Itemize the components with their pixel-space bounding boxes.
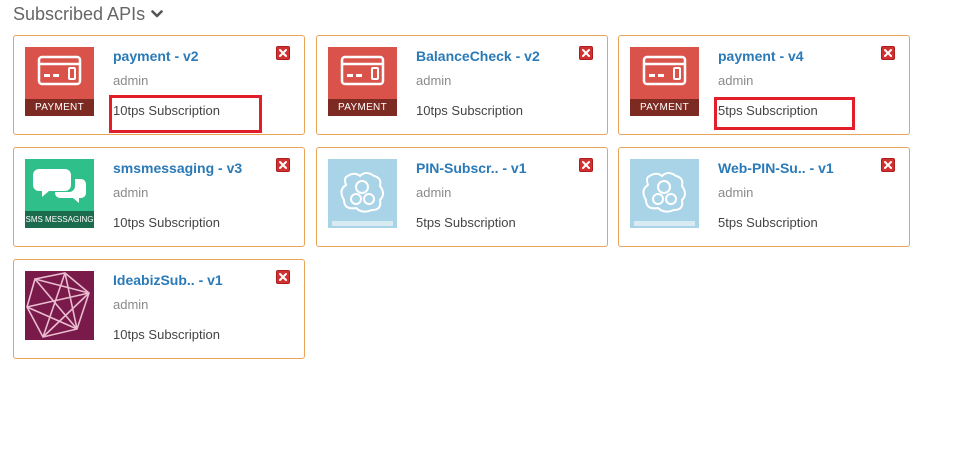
payment-thumbnail-label: PAYMENT	[25, 99, 94, 116]
api-owner: admin	[113, 297, 149, 312]
api-tier: 10tps Subscription	[113, 327, 220, 342]
payment-thumbnail-label: PAYMENT	[328, 99, 397, 116]
api-card: PAYMENT payment - v4 admin 5tps Subscrip…	[618, 35, 910, 135]
remove-subscription-button[interactable]	[881, 46, 895, 60]
chevron-down-icon[interactable]	[151, 8, 163, 20]
api-tier: 10tps Subscription	[416, 103, 523, 118]
api-owner: admin	[718, 73, 754, 88]
api-tier: 5tps Subscription	[718, 215, 818, 230]
api-card: PAYMENT BalanceCheck - v2 admin 10tps Su…	[316, 35, 608, 135]
api-name-link[interactable]: payment - v4	[718, 48, 804, 64]
api-card: IdeabizSub.. - v1 admin 10tps Subscripti…	[13, 259, 305, 359]
remove-subscription-button[interactable]	[579, 158, 593, 172]
api-name-link[interactable]: payment - v2	[113, 48, 199, 64]
remove-subscription-button[interactable]	[881, 158, 895, 172]
payment-thumbnail-icon[interactable]: PAYMENT	[630, 47, 699, 116]
api-owner: admin	[718, 185, 754, 200]
api-owner: admin	[113, 185, 149, 200]
api-tier: 10tps Subscription	[113, 103, 220, 118]
api-tier: 10tps Subscription	[113, 215, 220, 230]
payment-thumbnail-label: PAYMENT	[630, 99, 699, 116]
api-card: SMS MESSAGING smsmessaging - v3 admin 10…	[13, 147, 305, 247]
polygon-thumbnail-icon[interactable]	[25, 271, 94, 340]
payment-thumbnail-icon[interactable]: PAYMENT	[328, 47, 397, 116]
api-tier: 5tps Subscription	[416, 215, 516, 230]
payment-thumbnail-icon[interactable]: PAYMENT	[25, 47, 94, 116]
api-name-link[interactable]: Web-PIN-Su.. - v1	[718, 160, 834, 176]
api-name-link[interactable]: smsmessaging - v3	[113, 160, 242, 176]
api-card: PAYMENT payment - v2 admin 10tps Subscri…	[13, 35, 305, 135]
gears-thumbnail-icon[interactable]	[630, 159, 699, 228]
section-title-text: Subscribed APIs	[13, 3, 146, 24]
api-name-link[interactable]: BalanceCheck - v2	[416, 48, 540, 64]
api-owner: admin	[113, 73, 149, 88]
api-name-link[interactable]: IdeabizSub.. - v1	[113, 272, 223, 288]
remove-subscription-button[interactable]	[276, 46, 290, 60]
sms-thumbnail-label: SMS MESSAGING	[25, 211, 94, 228]
api-owner: admin	[416, 73, 452, 88]
remove-subscription-button[interactable]	[276, 270, 290, 284]
section-title[interactable]: Subscribed APIs	[13, 2, 163, 26]
sms-thumbnail-icon[interactable]: SMS MESSAGING	[25, 159, 94, 228]
api-card: Web-PIN-Su.. - v1 admin 5tps Subscriptio…	[618, 147, 910, 247]
api-card: PIN-Subscr.. - v1 admin 5tps Subscriptio…	[316, 147, 608, 247]
remove-subscription-button[interactable]	[276, 158, 290, 172]
gears-thumbnail-icon[interactable]	[328, 159, 397, 228]
remove-subscription-button[interactable]	[579, 46, 593, 60]
api-name-link[interactable]: PIN-Subscr.. - v1	[416, 160, 526, 176]
api-owner: admin	[416, 185, 452, 200]
api-tier: 5tps Subscription	[718, 103, 818, 118]
